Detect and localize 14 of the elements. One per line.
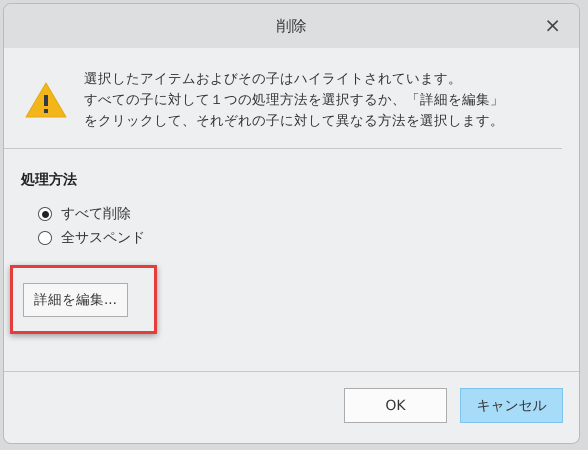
radio-button[interactable] [38, 207, 52, 221]
message-text: 選択したアイテムおよびその子はハイライトされています。 [84, 70, 463, 88]
dialog-button[interactable]: キャンセル [460, 388, 563, 423]
close-button[interactable]: × [540, 14, 565, 36]
warning-icon [24, 81, 68, 119]
message-text: すべての子に対して１つの処理方法を選択するか、「詳細を編集」 [84, 91, 504, 109]
radio-button[interactable] [38, 231, 52, 245]
window-title: 削除 [276, 16, 306, 36]
radio-label[interactable]: すべて削除 [61, 205, 131, 223]
section-label: 処理方法 [21, 171, 78, 189]
radio-label[interactable]: 全サスペンド [61, 229, 145, 247]
dialog-button[interactable]: OK [344, 388, 447, 423]
edit-details-button[interactable]: 詳細を編集... [23, 283, 128, 317]
message-text: をクリックして、それぞれの子に対して異なる方法を選択します。 [84, 112, 504, 130]
